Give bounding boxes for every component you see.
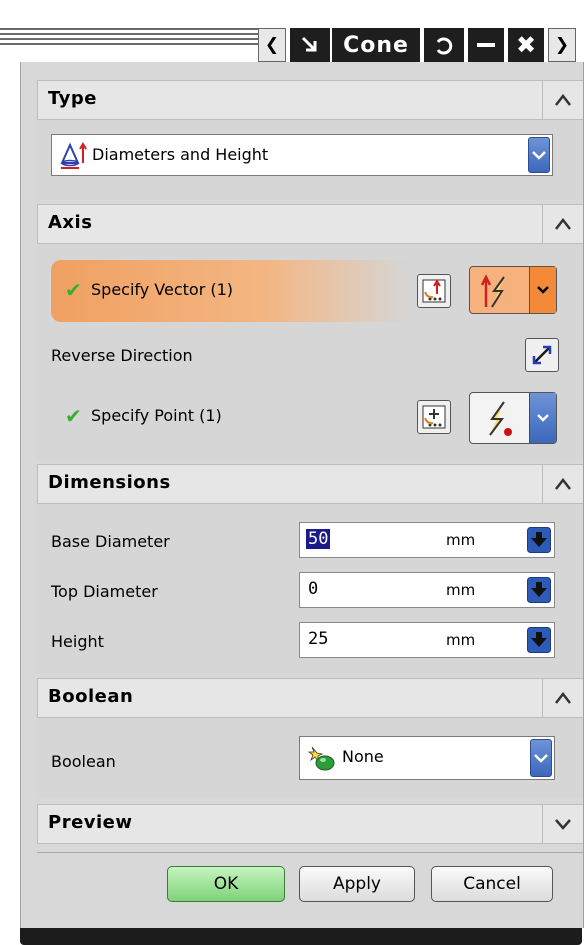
- base-diameter-field[interactable]: 50 mm: [299, 522, 555, 558]
- chevron-right-icon: ❯: [554, 35, 570, 55]
- collapse-up-icon[interactable]: [542, 465, 583, 503]
- height-label: Height: [51, 632, 104, 651]
- boolean-section-body: Boolean None: [37, 718, 583, 798]
- point-constructor-icon: [422, 405, 446, 429]
- top-diameter-unit: mm: [446, 581, 476, 599]
- button-divider: [37, 852, 583, 853]
- dropdown-arrow-icon[interactable]: [529, 267, 556, 313]
- collapse-up-icon[interactable]: [542, 205, 583, 243]
- collapse-up-icon[interactable]: [542, 679, 583, 717]
- close-icon: ✖: [515, 31, 537, 59]
- reset-button[interactable]: [424, 28, 464, 62]
- base-diameter-label: Base Diameter: [51, 532, 170, 551]
- axis-section-body: ✔ Specify Vector (1) Reverse Direction ✔…: [37, 244, 583, 460]
- minus-icon: [477, 43, 495, 47]
- vector-constructor-icon: [422, 279, 446, 303]
- height-unit: mm: [446, 631, 476, 649]
- preview-section-header[interactable]: Preview: [37, 804, 583, 844]
- apply-button[interactable]: Apply: [299, 866, 415, 902]
- cone-diameters-icon: [60, 142, 87, 169]
- dimensions-section-header[interactable]: Dimensions: [37, 464, 583, 504]
- scroll-left-button[interactable]: ❮: [258, 28, 286, 62]
- titlebar-grip[interactable]: [0, 28, 260, 48]
- collapse-button[interactable]: [290, 28, 330, 62]
- cancel-button[interactable]: Cancel: [431, 866, 553, 902]
- dropdown-arrow-icon[interactable]: [528, 137, 550, 173]
- specify-vector-label: Specify Vector (1): [91, 280, 234, 299]
- check-icon: ✔: [65, 404, 82, 428]
- boolean-label: Boolean: [51, 752, 116, 771]
- check-icon: ✔: [65, 278, 82, 302]
- dropdown-arrow-icon[interactable]: [530, 739, 552, 777]
- close-button[interactable]: ✖: [508, 28, 544, 62]
- axis-section-title: Axis: [48, 212, 93, 233]
- top-diameter-value[interactable]: 0: [308, 579, 318, 599]
- dimensions-section-title: Dimensions: [48, 472, 171, 493]
- scroll-right-button[interactable]: ❯: [548, 28, 576, 62]
- ok-button[interactable]: OK: [167, 866, 285, 902]
- boolean-dropdown-value: None: [342, 747, 384, 766]
- boolean-none-icon: [307, 746, 335, 771]
- height-field[interactable]: 25 mm: [299, 622, 555, 658]
- inferred-point-dropdown[interactable]: [469, 392, 557, 444]
- value-menu-arrow-icon[interactable]: [527, 627, 551, 653]
- height-value[interactable]: 25: [308, 629, 328, 649]
- dialog-bottom-edge: [20, 928, 582, 945]
- type-section-header[interactable]: Type: [37, 80, 583, 120]
- base-diameter-value[interactable]: 50: [306, 529, 331, 549]
- undo-icon: [436, 37, 453, 55]
- dropdown-arrow-icon[interactable]: [529, 393, 556, 443]
- inferred-point-icon: [489, 401, 512, 436]
- value-menu-arrow-icon[interactable]: [527, 577, 551, 603]
- dialog-title: Cone: [332, 28, 420, 62]
- top-diameter-field[interactable]: 0 mm: [299, 572, 555, 608]
- dialog-panel: Type Diameters and Height Axis ✔ Specify…: [20, 62, 584, 928]
- chevron-left-icon: ❮: [264, 35, 280, 55]
- reverse-direction-icon: [532, 345, 552, 365]
- expand-down-icon[interactable]: [542, 805, 583, 843]
- inferred-vector-icon: [480, 274, 505, 308]
- type-dropdown[interactable]: Diameters and Height: [51, 134, 553, 176]
- value-menu-arrow-icon[interactable]: [527, 527, 551, 553]
- reverse-direction-button[interactable]: [525, 338, 559, 372]
- reverse-direction-label: Reverse Direction: [51, 346, 193, 365]
- point-dialog-button[interactable]: [417, 400, 451, 434]
- minimize-button[interactable]: [468, 28, 504, 62]
- type-section-title: Type: [48, 88, 97, 109]
- specify-point-label: Specify Point (1): [91, 406, 222, 425]
- top-diameter-label: Top Diameter: [51, 582, 158, 601]
- base-diameter-unit: mm: [446, 531, 476, 549]
- boolean-section-title: Boolean: [48, 686, 134, 707]
- boolean-section-header[interactable]: Boolean: [37, 678, 583, 718]
- arrow-down-right-icon: [301, 36, 317, 52]
- dialog-titlebar: ❮ Cone ✖ ❯: [0, 14, 588, 62]
- boolean-dropdown[interactable]: None: [299, 736, 555, 780]
- axis-section-header[interactable]: Axis: [37, 204, 583, 244]
- inferred-vector-dropdown[interactable]: [469, 266, 557, 314]
- collapse-up-icon[interactable]: [542, 81, 583, 119]
- type-dropdown-value: Diameters and Height: [92, 145, 269, 164]
- type-section-body: Diameters and Height: [37, 120, 583, 200]
- preview-section-title: Preview: [48, 812, 133, 833]
- dimensions-section-body: Base Diameter 50 mm Top Diameter 0 mm He…: [37, 504, 583, 674]
- vector-dialog-button[interactable]: [417, 274, 451, 308]
